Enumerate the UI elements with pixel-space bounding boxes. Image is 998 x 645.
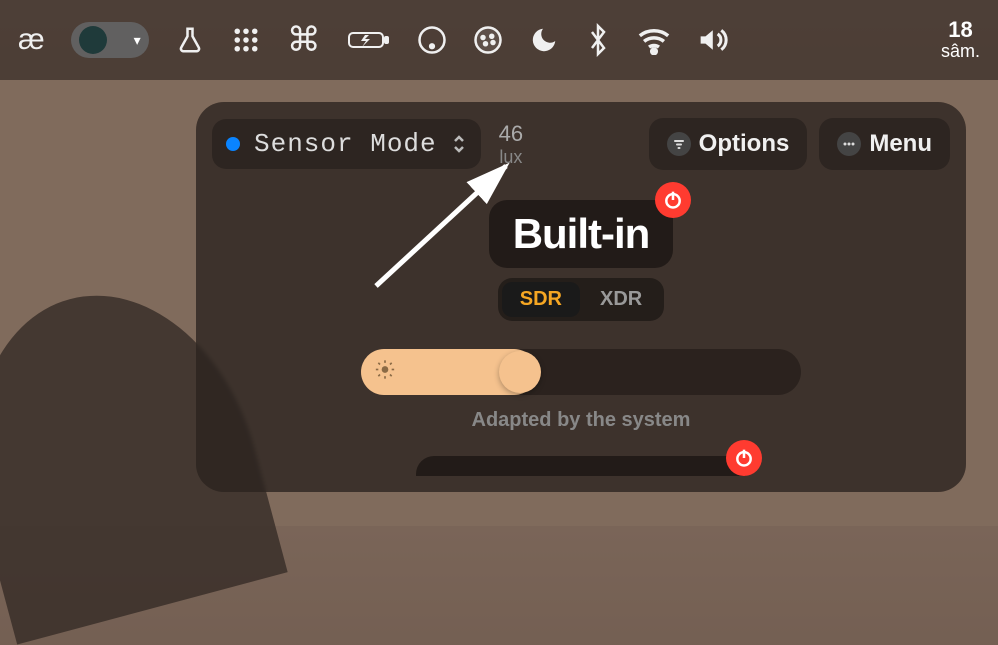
- pill-toggle[interactable]: ▾: [71, 22, 149, 58]
- ae-icon[interactable]: æ: [18, 23, 45, 57]
- range-xdr[interactable]: XDR: [582, 282, 660, 317]
- dynamic-range-toggle[interactable]: SDR XDR: [498, 278, 664, 321]
- options-label: Options: [699, 130, 790, 158]
- date-day: 18: [941, 18, 980, 42]
- menubar-date[interactable]: 18 sâm.: [941, 18, 980, 62]
- display-section: Built-in SDR XDR Adapted by the system: [212, 200, 950, 476]
- pill-indicator: [79, 26, 107, 54]
- secondary-display-chip[interactable]: [416, 456, 746, 476]
- command-icon[interactable]: ⌘: [287, 20, 321, 60]
- brightness-slider[interactable]: [361, 349, 801, 395]
- menu-button[interactable]: Menu: [819, 118, 950, 170]
- slider-caption: Adapted by the system: [472, 409, 691, 432]
- battery-charging-icon[interactable]: [347, 25, 391, 55]
- volume-icon[interactable]: [697, 25, 731, 55]
- updown-chevron-icon: [451, 133, 467, 155]
- cookie-icon[interactable]: [473, 25, 503, 55]
- bluetooth-icon[interactable]: [585, 23, 611, 57]
- grid-dots-icon[interactable]: [231, 25, 261, 55]
- filter-icon: [667, 132, 691, 156]
- power-icon[interactable]: [655, 182, 691, 218]
- slider-knob[interactable]: [499, 351, 541, 393]
- moon-icon[interactable]: [529, 25, 559, 55]
- mode-indicator-dot: [226, 137, 240, 151]
- power-icon[interactable]: [726, 440, 762, 476]
- sun-icon: [375, 360, 395, 385]
- menubar: æ ▾ ⌘ 18 sâm.: [0, 0, 998, 80]
- panel-header: Sensor Mode 46 lux Options Menu: [212, 118, 950, 170]
- date-label: sâm.: [941, 42, 980, 62]
- lux-label: lux: [499, 147, 523, 168]
- display-chip[interactable]: Built-in: [489, 200, 674, 268]
- lux-readout: 46 lux: [499, 121, 523, 168]
- mode-label: Sensor Mode: [254, 129, 437, 159]
- range-sdr[interactable]: SDR: [502, 282, 580, 317]
- chevron-down-icon: ▾: [134, 32, 141, 49]
- circle-icon[interactable]: [417, 25, 447, 55]
- mode-selector[interactable]: Sensor Mode: [212, 119, 481, 169]
- brightness-panel: Sensor Mode 46 lux Options Menu: [196, 102, 966, 492]
- flask-icon[interactable]: [175, 25, 205, 55]
- display-name: Built-in: [513, 210, 650, 258]
- options-button[interactable]: Options: [649, 118, 808, 170]
- wifi-icon[interactable]: [637, 25, 671, 55]
- ellipsis-icon: [837, 132, 861, 156]
- menu-label: Menu: [869, 130, 932, 158]
- lux-value: 46: [499, 121, 523, 147]
